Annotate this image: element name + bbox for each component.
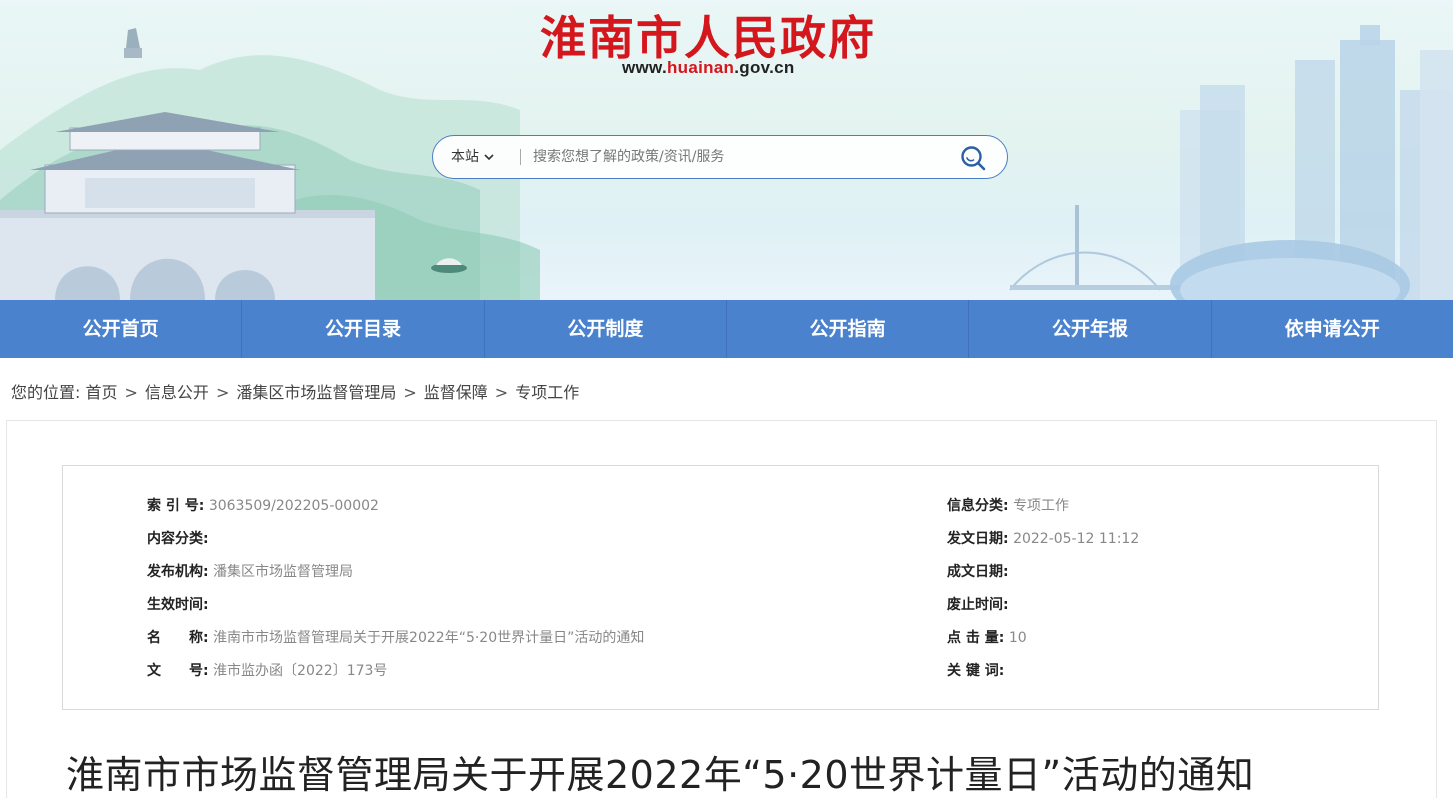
site-url-highlight: huainan (666, 58, 735, 77)
breadcrumb-separator: > (403, 383, 417, 402)
site-url[interactable]: www.huainan.gov.cn (622, 58, 795, 78)
search-scope-select[interactable]: 本站 (451, 136, 494, 178)
meta-doc-no: 文 号: 淮市监办函〔2022〕173号 (147, 663, 388, 679)
meta-created-date: 成文日期: (947, 564, 1009, 580)
meta-content-class: 内容分类: (147, 531, 209, 547)
nav-item-system[interactable]: 公开制度 (483, 300, 726, 358)
search-button[interactable] (959, 144, 987, 172)
breadcrumb-separator: > (494, 383, 509, 402)
breadcrumb: 您的位置: 首页 > 信息公开 > 潘集区市场监督管理局 > 监督保障 > 专项工作 (11, 379, 579, 403)
meta-publish-date: 发文日期: 2022-05-12 11:12 (947, 531, 1140, 547)
breadcrumb-separator: > (215, 383, 230, 402)
search-input[interactable] (533, 142, 933, 172)
meta-name: 名 称: 淮南市市场监督管理局关于开展2022年“5·20世界计量日”活动的通知 (147, 630, 645, 646)
chevron-down-icon (484, 136, 494, 178)
nav-item-request[interactable]: 依申请公开 (1210, 300, 1453, 358)
breadcrumb-separator: > (124, 383, 138, 402)
meta-issuer: 发布机构: 潘集区市场监督管理局 (147, 564, 354, 580)
search-divider (520, 149, 521, 165)
meta-expire-time: 废止时间: (947, 597, 1009, 613)
meta-category: 信息分类: 专项工作 (947, 498, 1070, 514)
breadcrumb-prefix: 您的位置: (11, 383, 81, 402)
meta-index-no: 索 引 号: 3063509/202205-00002 (147, 498, 379, 514)
breadcrumb-item-supervision[interactable]: 监督保障 (424, 383, 488, 402)
meta-keywords: 关 键 词: (947, 663, 1005, 679)
meta-clicks: 点 击 量: 10 (947, 630, 1027, 646)
nav-item-home[interactable]: 公开首页 (0, 300, 241, 358)
nav-item-annual-report[interactable]: 公开年报 (968, 300, 1210, 358)
breadcrumb-item-special-work[interactable]: 专项工作 (515, 383, 579, 402)
search-scope-label: 本站 (451, 149, 479, 165)
search-bar: 本站 (432, 135, 1008, 179)
site-url-prefix: www. (622, 58, 667, 77)
nav-item-guide[interactable]: 公开指南 (725, 300, 968, 358)
main-nav: 公开首页 公开目录 公开制度 公开指南 公开年报 依申请公开 (0, 300, 1453, 358)
breadcrumb-item-home[interactable]: 首页 (86, 383, 118, 402)
site-url-suffix: .gov.cn (734, 58, 795, 77)
search-icon (959, 146, 987, 176)
header-banner: 淮南市人民政府 www.huainan.gov.cn 本站 (0, 0, 1453, 300)
breadcrumb-item-bureau[interactable]: 潘集区市场监督管理局 (236, 383, 396, 402)
metadata-table: 索 引 号: 3063509/202205-00002 信息分类: 专项工作 内… (62, 465, 1379, 710)
article-title: 淮南市市场监督管理局关于开展2022年“5·20世界计量日”活动的通知 (66, 753, 1255, 797)
nav-item-catalog[interactable]: 公开目录 (241, 300, 483, 358)
meta-effective-time: 生效时间: (147, 597, 209, 613)
breadcrumb-item-info[interactable]: 信息公开 (145, 383, 209, 402)
